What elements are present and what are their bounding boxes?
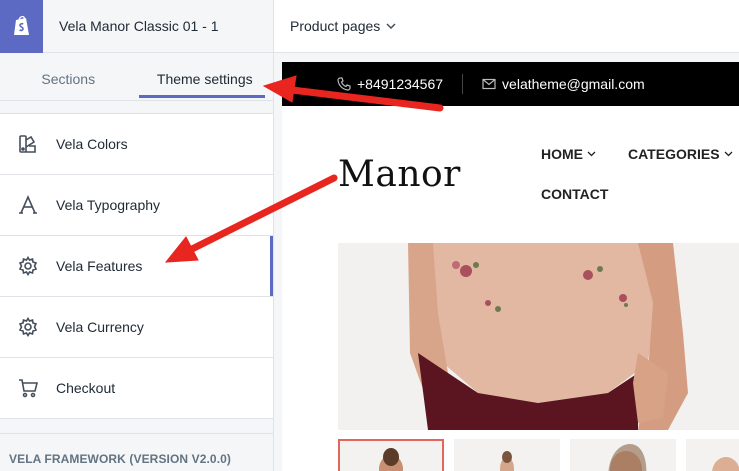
- page-type-label: Product pages: [290, 18, 381, 34]
- product-thumbnail[interactable]: [686, 439, 739, 471]
- menu-item-vela-colors[interactable]: Vela Colors: [0, 114, 273, 175]
- nav-categories[interactable]: CATEGORIES: [628, 146, 733, 162]
- mail-icon: [482, 78, 496, 90]
- theme-settings-menu: Vela Colors Vela Typography Vela Feature…: [0, 113, 273, 419]
- editor-sidebar: Vela Manor Classic 01 - 1 Sections Theme…: [0, 0, 274, 471]
- product-thumbnails: [338, 439, 739, 471]
- nav-contact-label: CONTACT: [541, 186, 609, 202]
- sidebar-header: Vela Manor Classic 01 - 1: [0, 0, 273, 53]
- contact-bar: +8491234567 velatheme@gmail.com: [282, 62, 739, 106]
- store-preview-frame: +8491234567 velatheme@gmail.com Manor HO…: [282, 62, 739, 471]
- page-type-selector[interactable]: Product pages: [290, 18, 396, 34]
- product-thumbnail[interactable]: [338, 439, 444, 471]
- nav-home[interactable]: HOME: [541, 146, 596, 162]
- product-main-image[interactable]: [338, 243, 739, 430]
- sidebar-tabs: Sections Theme settings: [0, 53, 273, 101]
- editor-topbar: Product pages: [274, 0, 739, 53]
- store-preview: +8491234567 velatheme@gmail.com Manor HO…: [274, 53, 739, 471]
- chevron-down-icon: [386, 23, 396, 29]
- gear-icon: [17, 316, 39, 338]
- contact-separator: [462, 74, 464, 94]
- menu-item-label: Checkout: [56, 380, 116, 396]
- menu-item-vela-typography[interactable]: Vela Typography: [0, 175, 273, 236]
- product-thumbnail[interactable]: [454, 439, 560, 471]
- typography-icon: [17, 194, 39, 216]
- product-thumbnail[interactable]: [570, 439, 676, 471]
- gear-icon: [17, 255, 39, 277]
- phone-number: +8491234567: [357, 76, 444, 92]
- shopify-logo-icon[interactable]: [0, 0, 43, 53]
- palette-icon: [17, 133, 39, 155]
- menu-item-label: Vela Typography: [56, 197, 161, 213]
- tab-sections[interactable]: Sections: [0, 57, 137, 100]
- menu-item-checkout[interactable]: Checkout: [0, 358, 273, 419]
- menu-item-vela-features[interactable]: Vela Features: [0, 236, 273, 297]
- tab-theme-settings[interactable]: Theme settings: [137, 57, 274, 100]
- chevron-down-icon: [587, 151, 596, 157]
- nav-contact[interactable]: CONTACT: [541, 186, 608, 202]
- email-address: velatheme@gmail.com: [502, 76, 645, 92]
- nav-home-label: HOME: [541, 146, 583, 162]
- framework-version-label: VELA FRAMEWORK (VERSION V2.0.0): [9, 452, 232, 466]
- contact-email[interactable]: velatheme@gmail.com: [482, 76, 645, 92]
- phone-icon: [337, 77, 351, 91]
- framework-version: VELA FRAMEWORK (VERSION V2.0.0): [0, 433, 273, 471]
- contact-phone[interactable]: +8491234567: [337, 76, 443, 92]
- chevron-down-icon: [724, 151, 733, 157]
- menu-item-label: Vela Colors: [56, 136, 128, 152]
- menu-item-label: Vela Features: [56, 258, 143, 274]
- menu-item-label: Vela Currency: [56, 319, 144, 335]
- menu-item-vela-currency[interactable]: Vela Currency: [0, 297, 273, 358]
- store-logo[interactable]: Manor: [338, 154, 461, 195]
- cart-icon: [17, 377, 39, 399]
- store-nav: HOME CATEGORIES CONTACT: [541, 146, 739, 202]
- theme-name: Vela Manor Classic 01 - 1: [59, 18, 219, 34]
- nav-categories-label: CATEGORIES: [628, 146, 720, 162]
